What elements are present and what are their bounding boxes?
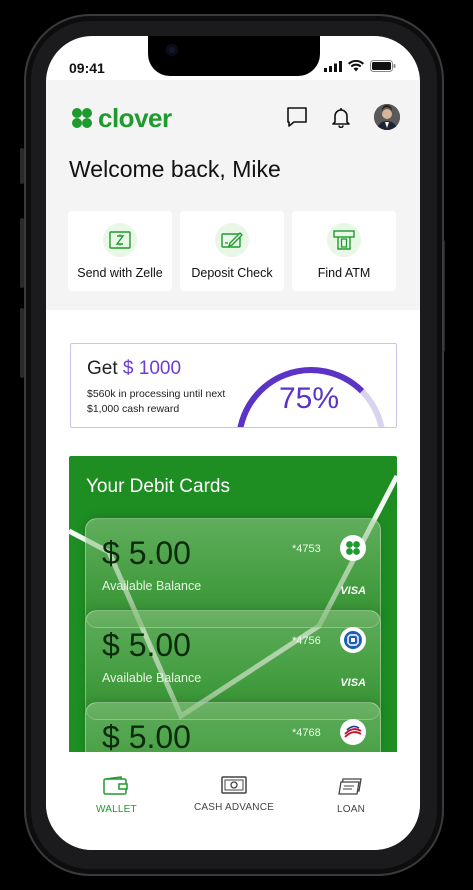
logo-text: clover — [98, 102, 172, 133]
send-with-zelle-button[interactable]: Send with Zelle — [68, 211, 172, 291]
chase-bank-icon — [340, 627, 366, 653]
app-screen: 09:41 clover Welcome back, Mike Send wit… — [46, 36, 420, 850]
nav-cash-advance-label: CASH ADVANCE — [194, 802, 275, 813]
card-number: *4756 — [292, 635, 321, 647]
card-balance-label: Available Balance — [102, 579, 202, 593]
promo-title: Get $ 1000 — [87, 358, 181, 380]
signal-icon — [324, 60, 342, 72]
debit-card[interactable]: $ 5.00 *4768 — [85, 702, 381, 756]
promo-amount: $ 1000 — [122, 358, 182, 379]
nav-wallet-label: WALLET — [96, 804, 137, 815]
card-balance: $ 5.00 — [102, 535, 191, 571]
bofa-bank-icon — [340, 719, 366, 745]
clover-logo-icon — [72, 108, 92, 128]
check-icon — [215, 223, 249, 257]
wallet-icon — [103, 776, 129, 795]
bottom-navigation: WALLET CASH ADVANCE LOAN — [46, 752, 420, 850]
promo-subtitle: $560k in processing until next $1,000 ca… — [87, 388, 226, 415]
send-with-zelle-label: Send with Zelle — [77, 266, 163, 280]
loan-icon — [338, 778, 362, 795]
nav-loan[interactable]: LOAN — [337, 776, 365, 815]
zelle-icon — [103, 223, 137, 257]
status-time: 09:41 — [69, 60, 105, 76]
camera-icon — [166, 44, 178, 56]
chat-icon[interactable] — [286, 106, 308, 128]
deposit-check-label: Deposit Check — [191, 266, 273, 280]
deposit-check-button[interactable]: Deposit Check — [180, 211, 284, 291]
card-number: *4753 — [292, 543, 321, 555]
quick-actions: Send with Zelle Deposit Check Find ATM — [68, 211, 396, 291]
wifi-icon — [348, 60, 364, 72]
nav-cash-advance[interactable]: CASH ADVANCE — [194, 776, 274, 813]
find-atm-button[interactable]: Find ATM — [292, 211, 396, 291]
nav-loan-label: LOAN — [337, 804, 366, 815]
progress-percent: 75% — [279, 382, 340, 415]
app-header: clover — [70, 100, 400, 136]
reward-progress-card[interactable]: Get $ 1000 $560k in processing until nex… — [70, 343, 397, 428]
visa-logo: VISA — [340, 677, 366, 689]
battery-icon — [370, 60, 396, 72]
clover-bank-icon — [340, 535, 366, 561]
bell-icon[interactable] — [330, 106, 352, 128]
welcome-heading: Welcome back, Mike — [69, 156, 281, 182]
card-balance: $ 5.00 — [102, 719, 191, 755]
debit-cards-section: Your Debit Cards $ 5.00 Available Balanc… — [69, 456, 397, 756]
find-atm-label: Find ATM — [317, 266, 371, 280]
clover-logo: clover — [70, 103, 172, 134]
debit-cards-title: Your Debit Cards — [86, 476, 230, 497]
card-balance-label: Available Balance — [102, 671, 202, 685]
visa-logo: VISA — [340, 585, 366, 597]
cash-icon — [221, 776, 247, 794]
card-number: *4768 — [292, 727, 321, 739]
atm-icon — [327, 223, 361, 257]
avatar[interactable] — [374, 104, 400, 130]
nav-wallet[interactable]: WALLET — [96, 776, 137, 815]
notch — [148, 36, 320, 76]
promo-prefix: Get — [87, 358, 118, 379]
card-balance: $ 5.00 — [102, 627, 191, 663]
